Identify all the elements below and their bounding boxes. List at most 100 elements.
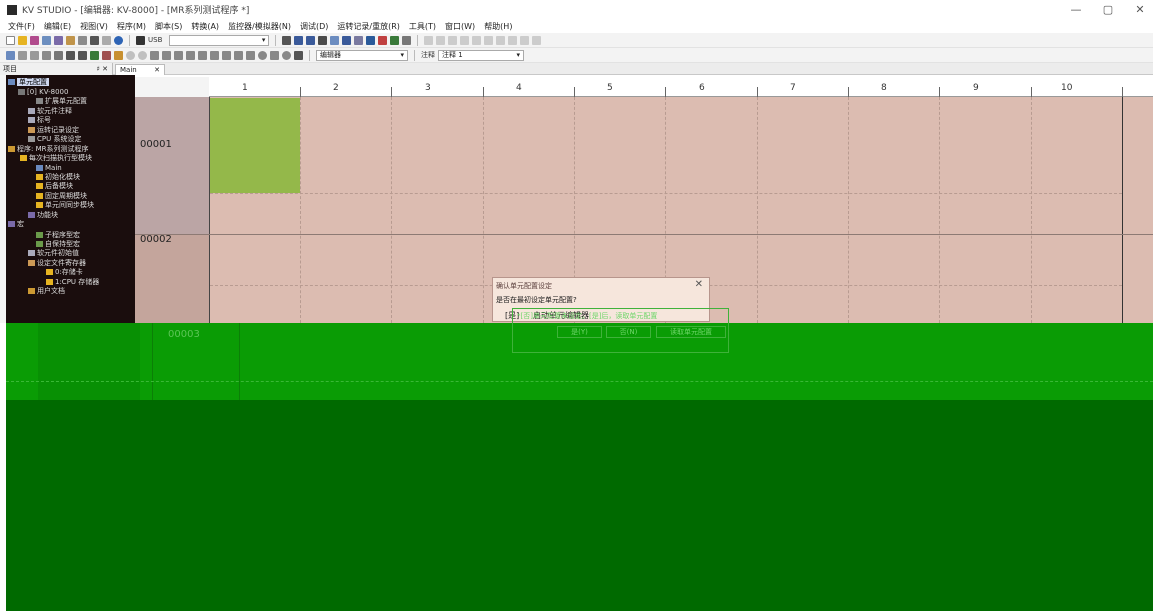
menu-record[interactable]: 运转记录/重放(R) — [337, 21, 400, 32]
instruction-icon[interactable] — [508, 35, 518, 45]
record-icon[interactable] — [126, 50, 135, 60]
connection-select[interactable]: ▾ — [169, 34, 270, 46]
transfer-icon[interactable] — [282, 35, 292, 45]
hline-icon[interactable] — [520, 35, 530, 45]
debug-icon[interactable] — [102, 50, 111, 60]
register-icon[interactable] — [354, 35, 364, 45]
view-icon[interactable] — [294, 50, 303, 60]
close-button[interactable]: ✕ — [1124, 0, 1153, 19]
grid-icon[interactable] — [366, 35, 376, 45]
menu-view[interactable]: 视图(V) — [80, 21, 108, 32]
forward-icon[interactable] — [198, 50, 207, 60]
down-icon[interactable] — [222, 50, 231, 60]
menu-file[interactable]: 文件(F) — [8, 21, 35, 32]
new-file-icon[interactable] — [6, 35, 15, 45]
tree-item[interactable]: Main — [36, 164, 62, 172]
no-button[interactable]: 否(N) — [606, 326, 651, 338]
editor-mode-select[interactable]: 编辑器 ▾ — [316, 49, 408, 61]
project-tree[interactable]: 单元配置 [0] KV-8000 扩展单元配置 软元件注释 标号 运转记录设定 … — [6, 75, 135, 323]
comment-icon[interactable] — [42, 50, 51, 60]
next-icon[interactable] — [246, 50, 255, 60]
tree-item[interactable]: 0:存储卡 — [46, 268, 83, 276]
minimize-button[interactable]: — — [1060, 0, 1092, 19]
simulator-icon[interactable] — [342, 35, 352, 45]
import-icon[interactable] — [66, 35, 75, 45]
verify-icon[interactable] — [318, 35, 328, 45]
record-stop-icon[interactable] — [138, 50, 147, 60]
tree-item[interactable]: 每次扫描执行型模块 — [20, 154, 92, 162]
breakpoint-icon[interactable] — [114, 50, 123, 60]
write-plc-icon[interactable] — [306, 35, 316, 45]
contact-n-icon[interactable] — [460, 35, 470, 45]
contact-nc-icon[interactable] — [436, 35, 446, 45]
coil-set-icon[interactable] — [484, 35, 494, 45]
menu-program[interactable]: 程序(M) — [117, 21, 146, 32]
row-number[interactable]: 00001 — [140, 139, 172, 150]
indent-icon[interactable] — [18, 50, 27, 60]
row-number[interactable]: 00002 — [140, 234, 172, 245]
bookmark-icon[interactable] — [54, 50, 63, 60]
menu-tools[interactable]: 工具(T) — [409, 21, 436, 32]
dialog-close-icon[interactable]: ✕ — [695, 279, 703, 290]
tree-item[interactable]: [0] KV-8000 — [18, 88, 68, 96]
tree-item[interactable]: 固定周期模块 — [36, 192, 87, 200]
rewind-icon[interactable] — [186, 50, 195, 60]
preview-icon[interactable] — [102, 35, 111, 45]
tree-item[interactable]: 设定文件寄存器 — [28, 259, 86, 267]
clock-icon[interactable] — [282, 50, 291, 60]
menu-monitor[interactable]: 监控器/模拟器(N) — [228, 21, 291, 32]
edit-icon[interactable] — [6, 50, 15, 60]
yes-button[interactable]: 是(Y) — [557, 326, 602, 338]
tree-item[interactable]: 用户文档 — [28, 287, 65, 295]
play-icon[interactable] — [150, 50, 159, 60]
pin-icon[interactable]: ♯ — [97, 65, 100, 73]
monitor-icon[interactable] — [330, 35, 340, 45]
contact-no-icon[interactable] — [424, 35, 434, 45]
tree-item[interactable]: 程序: MR系列测试程序 — [8, 145, 89, 153]
tree-item[interactable]: 后备模块 — [36, 182, 73, 190]
refresh-icon[interactable] — [258, 50, 267, 60]
tab-main[interactable]: Main ✕ — [115, 64, 165, 75]
window-icon[interactable] — [402, 35, 412, 45]
menu-script[interactable]: 脚本(S) — [155, 21, 182, 32]
tree-item[interactable]: 宏 — [8, 220, 24, 228]
tree-item[interactable]: 子程序型宏 — [36, 231, 80, 239]
tree-item[interactable]: 1:CPU 存储器 — [46, 278, 99, 286]
vline-icon[interactable] — [532, 35, 542, 45]
export-icon[interactable] — [78, 35, 87, 45]
coil-reset-icon[interactable] — [496, 35, 506, 45]
help-icon[interactable] — [114, 35, 123, 45]
tree-item[interactable]: 软元件注释 — [28, 107, 72, 115]
menu-edit[interactable]: 编辑(E) — [44, 21, 71, 32]
run-icon[interactable] — [390, 35, 400, 45]
tree-item[interactable]: 运转记录设定 — [28, 126, 79, 134]
end-icon[interactable] — [234, 50, 243, 60]
table-icon[interactable] — [66, 50, 75, 60]
outdent-icon[interactable] — [30, 50, 39, 60]
tree-item[interactable]: 初始化模块 — [36, 173, 80, 181]
panel-close-icon[interactable]: ✕ — [102, 65, 108, 73]
menu-help[interactable]: 帮助(H) — [484, 21, 512, 32]
tree-item[interactable]: 软元件初始值 — [28, 249, 79, 257]
menu-debug[interactable]: 调试(D) — [300, 21, 328, 32]
coil-icon[interactable] — [472, 35, 482, 45]
tree-item[interactable]: 单元配置 — [8, 78, 49, 86]
tree-item[interactable]: 自保持型宏 — [36, 240, 80, 248]
read-unit-config-button[interactable]: 读取单元配置 — [656, 326, 726, 338]
tree-item[interactable]: 功能块 — [28, 211, 58, 219]
check-icon[interactable] — [90, 50, 99, 60]
read-plc-icon[interactable] — [294, 35, 304, 45]
tree-item[interactable]: 单元间同步模块 — [36, 201, 94, 209]
layout-icon[interactable] — [78, 50, 87, 60]
open-folder-icon[interactable] — [18, 35, 27, 45]
save-all-icon[interactable] — [42, 35, 51, 45]
tree-item[interactable]: CPU 系统设定 — [28, 135, 81, 143]
row-number[interactable]: 00003 — [168, 329, 200, 340]
menu-window[interactable]: 窗口(W) — [445, 21, 475, 32]
comment-select[interactable]: 注释 1 ▾ — [438, 49, 524, 61]
maximize-button[interactable]: ▢ — [1092, 0, 1124, 19]
print-icon[interactable] — [90, 35, 99, 45]
tab-close-icon[interactable]: ✕ — [154, 66, 160, 74]
tree-item[interactable]: 标号 — [28, 116, 51, 124]
selected-cell-cursor[interactable] — [210, 98, 300, 193]
